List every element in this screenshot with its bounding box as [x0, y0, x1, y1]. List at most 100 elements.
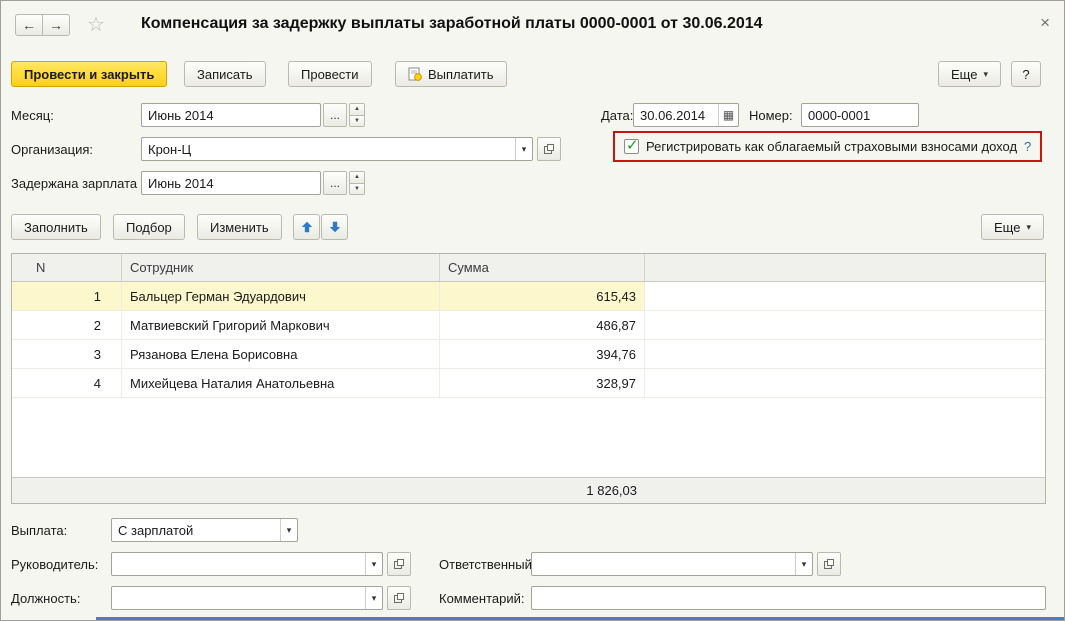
- move-down-button[interactable]: [321, 214, 348, 240]
- more-button-label: Еще: [951, 67, 977, 82]
- manager-label: Руководитель:: [11, 557, 98, 572]
- position-combo[interactable]: ▾: [111, 586, 383, 610]
- organization-combo[interactable]: Крон-Ц ▾: [141, 137, 533, 161]
- page-title: Компенсация за задержку выплаты заработн…: [141, 15, 763, 33]
- register-insured-checkbox[interactable]: ✓: [624, 139, 639, 154]
- back-icon: ←: [22, 17, 36, 33]
- month-label: Месяц:: [11, 108, 54, 123]
- delayed-salary-label: Задержана зарплата за:: [11, 176, 158, 191]
- close-icon[interactable]: ×: [1040, 14, 1050, 31]
- forward-icon: →: [49, 17, 63, 33]
- register-insured-help-link[interactable]: ?: [1024, 139, 1031, 154]
- edit-button[interactable]: Изменить: [197, 214, 282, 240]
- row-amount: 486,87: [440, 311, 645, 339]
- row-number: 3: [12, 340, 122, 368]
- table-total-row: 1 826,03: [12, 477, 1045, 503]
- table-row[interactable]: 3 Рязанова Елена Борисовна 394,76: [12, 340, 1045, 369]
- month-value: Июнь 2014: [142, 108, 320, 123]
- manager-combo[interactable]: ▾: [111, 552, 383, 576]
- row-number: 2: [12, 311, 122, 339]
- help-button[interactable]: ?: [1011, 61, 1041, 87]
- row-filler: [645, 340, 1045, 368]
- pay-button-label: Выплатить: [428, 67, 494, 82]
- chevron-down-icon: ▾: [983, 69, 988, 80]
- favorite-star-icon[interactable]: ☆: [87, 15, 105, 35]
- responsible-dropdown-icon[interactable]: ▾: [795, 553, 812, 575]
- delayed-salary-input[interactable]: Июнь 2014: [141, 171, 321, 195]
- responsible-open-button[interactable]: [817, 552, 841, 576]
- table-row[interactable]: 2 Матвиевский Григорий Маркович 486,87: [12, 311, 1045, 340]
- row-filler: [645, 369, 1045, 397]
- organization-open-button[interactable]: [537, 137, 561, 161]
- table-row[interactable]: 1 Бальцер Герман Эдуардович 615,43: [12, 282, 1045, 311]
- column-header-n[interactable]: N: [12, 254, 122, 281]
- row-number: 4: [12, 369, 122, 397]
- date-input[interactable]: 30.06.2014 ▦: [633, 103, 739, 127]
- nav-buttons: ← →: [15, 14, 70, 36]
- calendar-icon[interactable]: ▦: [718, 104, 738, 126]
- total-amount: 1 826,03: [440, 478, 645, 503]
- month-ellipsis-button[interactable]: ...: [323, 103, 347, 127]
- spin-down-icon[interactable]: ▼: [350, 184, 364, 195]
- pay-icon: [408, 67, 422, 81]
- employees-table: N Сотрудник Сумма 1 Бальцер Герман Эдуар…: [11, 253, 1046, 504]
- comment-label: Комментарий:: [439, 591, 525, 606]
- write-button[interactable]: Записать: [184, 61, 266, 87]
- organization-value: Крон-Ц: [142, 142, 515, 157]
- row-filler: [645, 282, 1045, 310]
- payment-dropdown-icon[interactable]: ▾: [280, 519, 297, 541]
- open-icon: [393, 558, 405, 570]
- spin-down-icon[interactable]: ▼: [350, 116, 364, 127]
- row-employee: Рязанова Елена Борисовна: [122, 340, 440, 368]
- manager-dropdown-icon[interactable]: ▾: [365, 553, 382, 575]
- number-input[interactable]: 0000-0001: [801, 103, 919, 127]
- check-icon: ✓: [626, 136, 639, 154]
- register-insured-label: Регистрировать как облагаемый страховыми…: [646, 139, 1017, 154]
- responsible-label: Ответственный:: [439, 557, 535, 572]
- open-icon: [393, 592, 405, 604]
- row-amount: 328,97: [440, 369, 645, 397]
- back-button[interactable]: ←: [15, 14, 43, 36]
- row-filler: [645, 311, 1045, 339]
- move-down-icon: [328, 220, 342, 234]
- more-button-table[interactable]: Еще ▾: [981, 214, 1044, 240]
- organization-label: Организация:: [11, 142, 93, 157]
- position-label: Должность:: [11, 591, 80, 606]
- forward-button[interactable]: →: [42, 14, 70, 36]
- row-employee: Бальцер Герман Эдуардович: [122, 282, 440, 310]
- open-icon: [823, 558, 835, 570]
- pick-button[interactable]: Подбор: [113, 214, 185, 240]
- comment-input[interactable]: [531, 586, 1046, 610]
- post-button[interactable]: Провести: [288, 61, 372, 87]
- month-spinner: ▲ ▼: [349, 103, 365, 127]
- spin-up-icon[interactable]: ▲: [350, 104, 364, 116]
- number-value: 0000-0001: [802, 108, 918, 123]
- row-employee: Михейцева Наталия Анатольевна: [122, 369, 440, 397]
- table-row[interactable]: 4 Михейцева Наталия Анатольевна 328,97: [12, 369, 1045, 398]
- table-header: N Сотрудник Сумма: [12, 254, 1045, 282]
- spin-up-icon[interactable]: ▲: [350, 172, 364, 184]
- date-value: 30.06.2014: [634, 108, 718, 123]
- responsible-combo[interactable]: ▾: [531, 552, 813, 576]
- payment-combo[interactable]: С зарплатой ▾: [111, 518, 298, 542]
- number-label: Номер:: [749, 108, 793, 123]
- column-header-filler: [645, 254, 1045, 281]
- delayed-salary-spinner: ▲ ▼: [349, 171, 365, 195]
- row-number: 1: [12, 282, 122, 310]
- position-open-button[interactable]: [387, 586, 411, 610]
- position-dropdown-icon[interactable]: ▾: [365, 587, 382, 609]
- column-header-amount[interactable]: Сумма: [440, 254, 645, 281]
- column-header-employee[interactable]: Сотрудник: [122, 254, 440, 281]
- more-button-top[interactable]: Еще ▾: [938, 61, 1001, 87]
- row-amount: 615,43: [440, 282, 645, 310]
- fill-button[interactable]: Заполнить: [11, 214, 101, 240]
- delayed-salary-ellipsis-button[interactable]: ...: [323, 171, 347, 195]
- more-button-label: Еще: [994, 220, 1020, 235]
- month-input[interactable]: Июнь 2014: [141, 103, 321, 127]
- pay-button[interactable]: Выплатить: [395, 61, 507, 87]
- bottom-edge-strip: [96, 617, 1065, 621]
- organization-dropdown-icon[interactable]: ▾: [515, 138, 532, 160]
- manager-open-button[interactable]: [387, 552, 411, 576]
- post-and-close-button[interactable]: Провести и закрыть: [11, 61, 167, 87]
- move-up-button[interactable]: [293, 214, 320, 240]
